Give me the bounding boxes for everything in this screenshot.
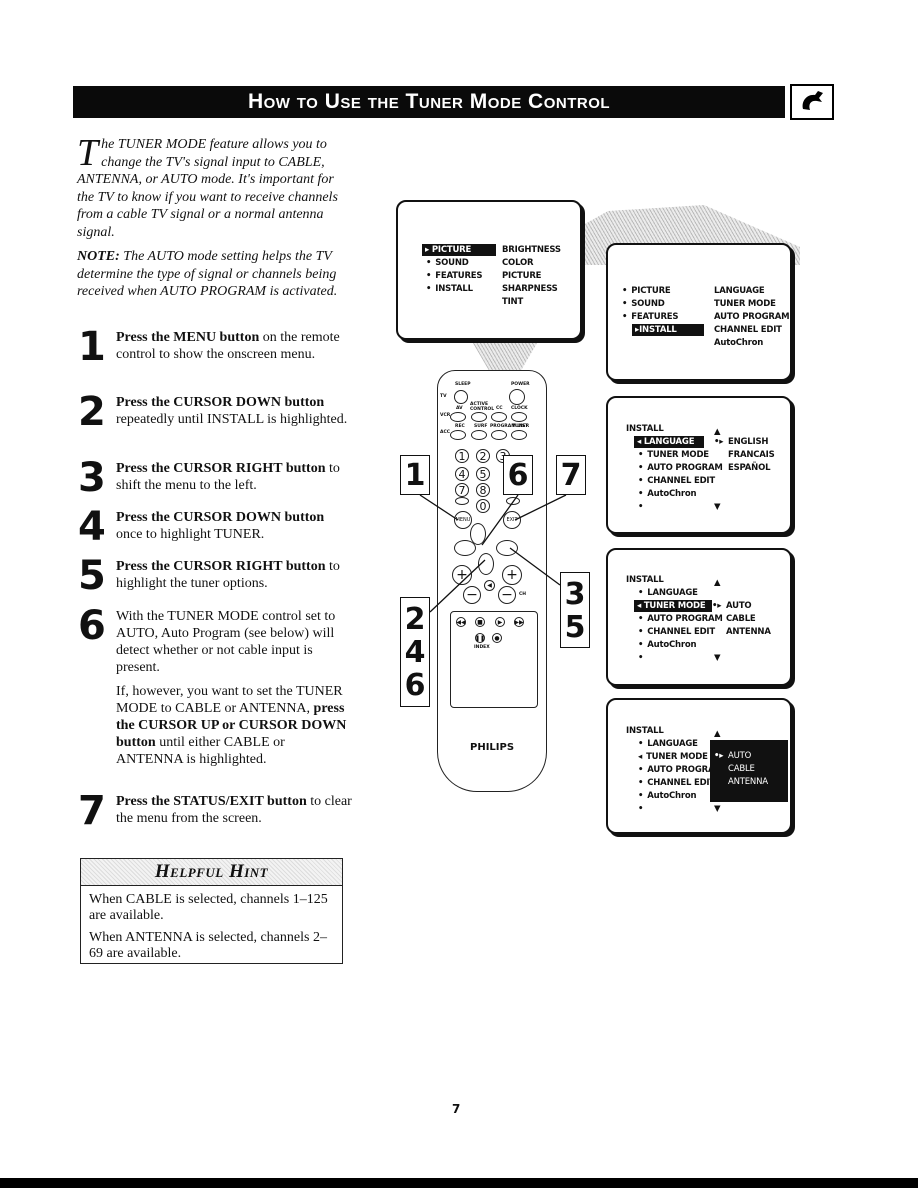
callout-leader-lines — [419, 494, 567, 613]
footer-bar — [0, 1178, 918, 1188]
page-number: 7 — [452, 1102, 461, 1116]
